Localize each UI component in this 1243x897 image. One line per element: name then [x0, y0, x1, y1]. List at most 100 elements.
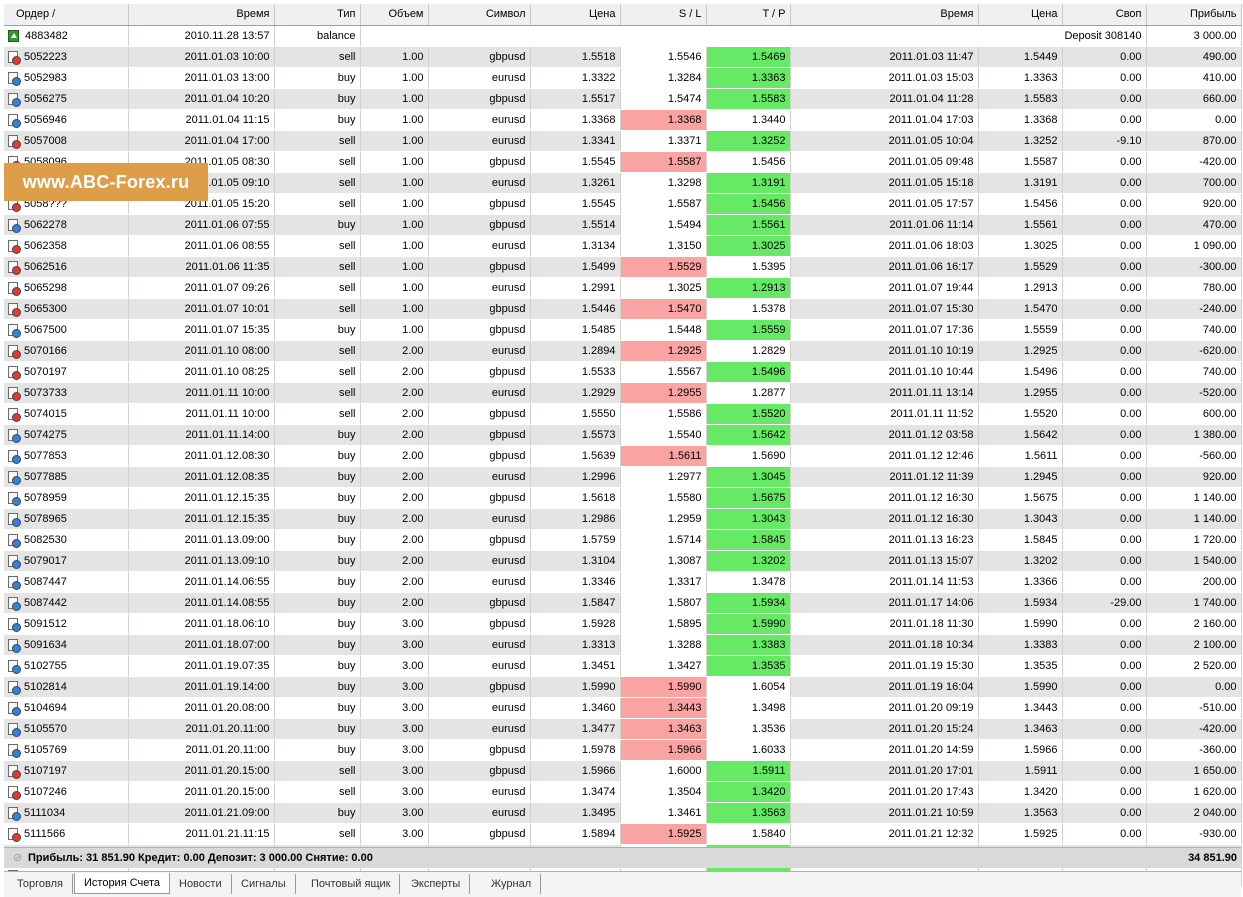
table-row[interactable]: 5062358 2011.01.06 08:55 sell 1.00 eurusd 1.3… [4, 235, 1242, 257]
table-row[interactable]: 5073733 2011.01.11 10:00 sell 2.00 eurusd 1.2… [4, 382, 1242, 404]
summary-total: 34 851.90 [1188, 852, 1237, 864]
tab-4[interactable]: Почтовый ящик [302, 874, 401, 894]
cell-tp: 1.3498 [706, 697, 791, 719]
cell-open-price: 1.3134 [530, 235, 621, 257]
cell-close-time: 2011.01.05 09:48 [790, 151, 979, 173]
order-number: 5065300 [24, 302, 67, 315]
cell-close-time: 2011.01.07 15:30 [790, 298, 979, 320]
cell-sl: 1.3298 [620, 172, 707, 194]
header-type[interactable]: Тип [274, 4, 361, 26]
table-row[interactable]: 5065298 2011.01.07 09:26 sell 1.00 eurusd 1.2… [4, 277, 1242, 299]
header-order[interactable]: Ордер / [4, 4, 129, 26]
cell-volume: 2.00 [360, 403, 429, 425]
header-profit[interactable]: Прибыль [1146, 4, 1242, 26]
table-row[interactable]: 5078965 2011.01.12.15:35 buy 2.00 eurusd 1.29… [4, 508, 1242, 530]
tab-1[interactable]: История Счета [74, 873, 171, 894]
tab-2[interactable]: Новости [170, 874, 232, 894]
cell-swap: 0.00 [1062, 172, 1147, 194]
sell-order-icon [8, 281, 21, 296]
cell-symbol: gbpusd [428, 46, 531, 68]
header-tp[interactable]: T / P [706, 4, 791, 26]
cell-type: buy [274, 613, 361, 635]
table-row[interactable]: 5062278 2011.01.06 07:55 buy 1.00 gbpusd 1.55… [4, 214, 1242, 236]
table-row[interactable]: 5111034 2011.01.21.09:00 buy 3.00 eurusd 1.34… [4, 802, 1242, 824]
table-row[interactable]: 5102814 2011.01.19.14:00 buy 3.00 gbpusd 1.59… [4, 676, 1242, 698]
table-row[interactable]: 5104694 2011.01.20.08:00 buy 3.00 eurusd 1.34… [4, 697, 1242, 719]
table-row[interactable]: 5056275 2011.01.04 10:20 buy 1.00 gbpusd 1.55… [4, 88, 1242, 110]
table-row[interactable]: 5107197 2011.01.20.15:00 sell 3.00 gbpusd 1.5… [4, 760, 1242, 782]
cell-type: buy [274, 508, 361, 530]
table-row[interactable]: 5105769 2011.01.20.11:00 buy 3.00 gbpusd 1.59… [4, 739, 1242, 761]
order-number: 5062278 [24, 218, 67, 231]
header-close-price[interactable]: Цена [978, 4, 1063, 26]
cell-close-time: 2011.01.20 17:43 [790, 781, 979, 803]
tab-3[interactable]: Сигналы [232, 874, 296, 894]
table-row[interactable]: 5078959 2011.01.12.15:35 buy 2.00 gbpusd 1.56… [4, 487, 1242, 509]
cell-tp: 1.3563 [706, 802, 791, 824]
buy-order-icon [8, 323, 21, 338]
table-row[interactable]: 5065300 2011.01.07 10:01 sell 1.00 gbpusd 1.5… [4, 298, 1242, 320]
balance-row[interactable]: 4883482 2010.11.28 13:57 balance Deposit… [4, 25, 1242, 47]
table-row[interactable]: 5082530 2011.01.13.09:00 buy 2.00 gbpusd 1.57… [4, 529, 1242, 551]
table-row[interactable]: 5111566 2011.01.21.11:15 sell 3.00 gbpusd 1.5… [4, 823, 1242, 845]
table-row[interactable]: 5102755 2011.01.19.07:35 buy 3.00 eurusd 1.34… [4, 655, 1242, 677]
table-row[interactable]: 5062516 2011.01.06 11:35 sell 1.00 gbpusd 1.5… [4, 256, 1242, 278]
cell-open-price: 1.5514 [530, 214, 621, 236]
table-row[interactable]: 5070197 2011.01.10 08:25 sell 2.00 gbpusd 1.5… [4, 361, 1242, 383]
cell-profit: 2 040.00 [1146, 802, 1242, 824]
cell-sl: 1.5611 [620, 445, 707, 467]
header-swap[interactable]: Своп [1062, 4, 1147, 26]
tab-0[interactable]: Торговля [8, 874, 73, 894]
tab-6[interactable]: Журнал [482, 874, 542, 894]
table-row[interactable]: 5070166 2011.01.10 08:00 sell 2.00 eurusd 1.2… [4, 340, 1242, 362]
cell-open-price: 1.5485 [530, 319, 621, 341]
cell-open-price: 1.5978 [530, 739, 621, 761]
table-row[interactable]: 5087447 2011.01.14.06:55 buy 2.00 eurusd 1.33… [4, 571, 1242, 593]
order-type-dot-icon [12, 538, 21, 548]
header-open-time[interactable]: Время [128, 4, 275, 26]
cell-sl: 1.5567 [620, 361, 707, 383]
table-row[interactable]: 5052223 2011.01.03 10:00 sell 1.00 gbpusd 1.5… [4, 46, 1242, 68]
header-volume[interactable]: Объем [360, 4, 429, 26]
order-cell: 5052983 [4, 67, 129, 89]
order-type-dot-icon [12, 370, 21, 380]
table-row[interactable]: 5052983 2011.01.03 13:00 buy 1.00 eurusd 1.33… [4, 67, 1242, 89]
order-number: 5107246 [24, 785, 67, 798]
table-row[interactable]: 5077885 2011.01.12.08:35 buy 2.00 eurusd 1.29… [4, 466, 1242, 488]
table-row[interactable]: 5105570 2011.01.20.11:00 buy 3.00 eurusd 1.34… [4, 718, 1242, 740]
cell-open-time: 2011.01.20.15:00 [128, 781, 275, 803]
tab-5[interactable]: Эксперты [402, 874, 471, 894]
cell-open-price: 1.2894 [530, 340, 621, 362]
cell-swap: 0.00 [1062, 151, 1147, 173]
table-row[interactable]: 5056946 2011.01.04 11:15 buy 1.00 eurusd 1.33… [4, 109, 1242, 131]
cell-close-price: 1.5642 [978, 424, 1063, 446]
table-row[interactable]: 5067500 2011.01.07 15:35 buy 1.00 gbpusd 1.54… [4, 319, 1242, 341]
cell-open-time: 2011.01.18.06:10 [128, 613, 275, 635]
cell-open-price: 1.3322 [530, 67, 621, 89]
table-row[interactable]: 5107246 2011.01.20.15:00 sell 3.00 eurusd 1.3… [4, 781, 1242, 803]
cell-sl: 1.5895 [620, 613, 707, 635]
header-open-price[interactable]: Цена [530, 4, 621, 26]
table-row[interactable]: 5074275 2011.01.11.14:00 buy 2.00 gbpusd 1.55… [4, 424, 1242, 446]
cell-sl: 1.5470 [620, 298, 707, 320]
cell-open-price: 1.3451 [530, 655, 621, 677]
table-row[interactable]: 5087442 2011.01.14.08:55 buy 2.00 gbpusd 1.58… [4, 592, 1242, 614]
cell-close-price: 1.5990 [978, 676, 1063, 698]
cell-volume: 3.00 [360, 718, 429, 740]
cell-close-time: 2011.01.21 10:59 [790, 802, 979, 824]
header-close-time[interactable]: Время [790, 4, 979, 26]
table-row[interactable]: 5077853 2011.01.12.08:30 buy 2.00 gbpusd 1.56… [4, 445, 1242, 467]
table-row[interactable]: 5057008 2011.01.04 17:00 sell 1.00 eurusd 1.3… [4, 130, 1242, 152]
table-row[interactable]: 5079017 2011.01.13.09:10 buy 2.00 eurusd 1.31… [4, 550, 1242, 572]
cell-sl: 1.2925 [620, 340, 707, 362]
table-row[interactable]: 5091512 2011.01.18.06:10 buy 3.00 gbpusd 1.59… [4, 613, 1242, 635]
table-row[interactable]: 5091634 2011.01.18.07:00 buy 3.00 eurusd 1.33… [4, 634, 1242, 656]
header-sl[interactable]: S / L [620, 4, 707, 26]
cell-type: sell [274, 361, 361, 383]
sell-order-icon [8, 302, 21, 317]
order-number: 5057008 [24, 134, 67, 147]
cell-tp: 1.5675 [706, 487, 791, 509]
cell-profit: 2 100.00 [1146, 634, 1242, 656]
table-row[interactable]: 5074015 2011.01.11 10:00 sell 2.00 gbpusd 1.5… [4, 403, 1242, 425]
header-symbol[interactable]: Символ [428, 4, 531, 26]
